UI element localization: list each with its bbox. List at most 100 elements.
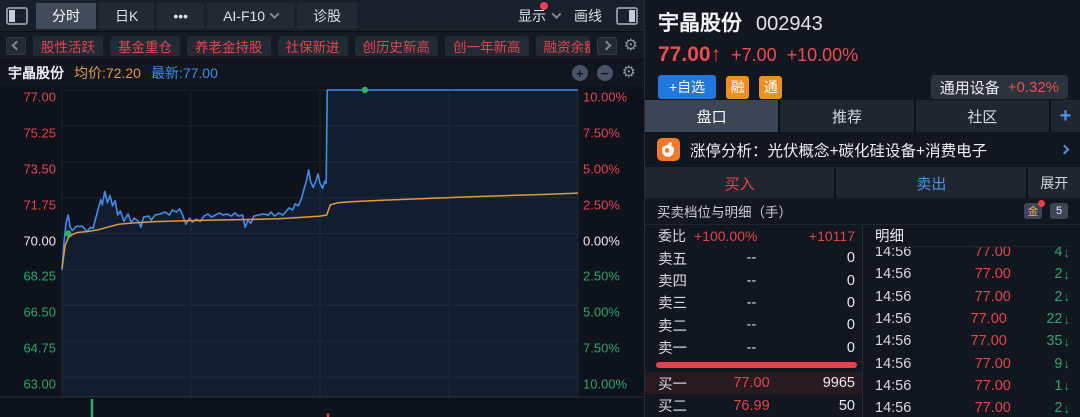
- toolbar-tab-日K[interactable]: 日K: [99, 3, 154, 29]
- tick-row: 14:5677.002↓: [875, 397, 1070, 417]
- chart-settings-gear-icon[interactable]: ⚙: [622, 65, 636, 81]
- bid-row[interactable]: 买二76.9950: [658, 394, 855, 416]
- stock-code: 002943: [756, 13, 823, 36]
- tags-settings-gear-icon[interactable]: ⚙: [624, 38, 638, 54]
- y-axis-price-label: 70.00: [2, 233, 56, 248]
- stock-trading-app: 分时日K•••AI-F10诊股 显示 画线 股性活跃基金重仓养老金持股社保新进创…: [0, 0, 1080, 417]
- bid-price: 76.99: [704, 398, 799, 414]
- tags-scroll-right-button[interactable]: [597, 37, 617, 55]
- toolbar-tab-label: 诊股: [313, 6, 341, 26]
- chart-panel: 分时日K•••AI-F10诊股 显示 画线 股性活跃基金重仓养老金持股社保新进创…: [0, 0, 645, 417]
- limit-up-analysis-icon: [657, 138, 680, 161]
- sector-link[interactable]: 通用设备 +0.32%: [931, 75, 1068, 99]
- margin-badge[interactable]: 融: [726, 76, 749, 99]
- ask-price: --: [704, 340, 799, 356]
- ask-price: --: [704, 295, 799, 311]
- chart-canvas: [0, 86, 645, 417]
- timeshare-chart[interactable]: 77.0010.00%75.257.50%73.505.00%71.752.50…: [0, 86, 644, 417]
- tick-row: 14:5677.0035↓: [875, 330, 1070, 352]
- tags-scroll-left-button[interactable]: [6, 37, 26, 55]
- stock-tag[interactable]: 创一年新高: [445, 36, 529, 56]
- buy-tab[interactable]: 买入: [645, 168, 834, 198]
- y-axis-price-label: 64.75: [2, 341, 56, 356]
- ask-volume: 0: [799, 250, 855, 266]
- trade-action-tabs: 买入 卖出 展开: [645, 168, 1080, 198]
- stock-tag[interactable]: 社保新进: [278, 36, 348, 56]
- trade-detail-column: 明细 14:5677.004↓14:5677.002↓14:5677.002↓1…: [862, 225, 1080, 417]
- panel-tab-社区[interactable]: 社区: [916, 100, 1049, 132]
- tick-time: 14:56: [875, 378, 931, 394]
- stock-tag-bar: 股性活跃基金重仓养老金持股社保新进创历史新高创一年新高融资余额 ⚙: [0, 32, 644, 60]
- stock-tag[interactable]: 融资余额: [536, 36, 590, 56]
- toolbar-tab-•••[interactable]: •••: [157, 3, 204, 29]
- collapse-right-panel-icon[interactable]: [616, 7, 638, 25]
- tick-time: 14:56: [875, 356, 931, 372]
- sell-tab[interactable]: 卖出: [836, 168, 1026, 198]
- y-axis-price-label: 71.75: [2, 197, 56, 212]
- ask-row[interactable]: 卖一--0: [658, 337, 855, 359]
- quote-header: 宇晶股份 002943 77.00↑ +7.00 +10.00% +自选 融 通…: [645, 0, 1080, 100]
- toolbar-tab-AI-F10[interactable]: AI-F10: [207, 3, 294, 29]
- limit-up-analysis-row[interactable]: 涨停分析：光伏概念+碳化硅设备+消费电子: [645, 132, 1080, 168]
- sell-direction-arrow-icon: ↓: [1064, 356, 1071, 371]
- stock-tag[interactable]: 基金重仓: [110, 36, 180, 56]
- panel-tab-推荐[interactable]: 推荐: [780, 100, 913, 132]
- stock-name: 宇晶股份: [658, 7, 742, 37]
- quote-panel: 宇晶股份 002943 77.00↑ +7.00 +10.00% +自选 融 通…: [645, 0, 1080, 417]
- y-axis-price-label: 68.25: [2, 269, 56, 284]
- collapse-left-panel-icon[interactable]: [6, 7, 28, 25]
- panel-tab-盘口[interactable]: 盘口: [645, 100, 778, 132]
- tick-price: 77.00: [931, 266, 1054, 282]
- y-axis-price-label: 75.25: [2, 125, 56, 140]
- tick-volume: 35: [1046, 333, 1062, 349]
- current-price: 77.00↑: [658, 43, 721, 67]
- bid-level-label: 买一: [658, 373, 704, 394]
- weibi-percent: +100.00%: [694, 228, 757, 244]
- y-axis-percent-label: 2.50%: [583, 269, 620, 284]
- stock-tag[interactable]: 养老金持股: [187, 36, 271, 56]
- ask-price: --: [704, 317, 799, 333]
- buy-sell-ratio-bar: [656, 359, 857, 372]
- ask-row[interactable]: 卖四--0: [658, 269, 855, 291]
- ask-volume: 0: [799, 317, 855, 333]
- chevron-right-icon: [1060, 145, 1070, 155]
- order-book-title: 买卖档位与明细（手）: [657, 201, 792, 221]
- ask-row[interactable]: 卖三--0: [658, 292, 855, 314]
- chevron-down-icon: [552, 9, 562, 19]
- zoom-in-icon[interactable]: +: [572, 65, 588, 81]
- tick-time: 14:56: [875, 266, 931, 282]
- add-tab-button[interactable]: +: [1051, 100, 1080, 132]
- ask-volume: 0: [799, 295, 855, 311]
- tick-price: 77.00: [931, 400, 1054, 416]
- tick-volume: 1: [1054, 378, 1062, 394]
- chart-header: 宇晶股份 均价:72.20 最新:77.00 + − ⚙: [0, 60, 644, 86]
- toolbar-tab-诊股[interactable]: 诊股: [297, 3, 357, 29]
- order-book: 委比 +100.00% +10117 卖五--0卖四--0卖三--0卖二--0卖…: [645, 224, 1080, 417]
- tick-row: 14:5677.0022↓: [875, 308, 1070, 330]
- toolbar-tab-label: 日K: [115, 6, 138, 26]
- stock-tag[interactable]: 创历史新高: [355, 36, 439, 56]
- zoom-out-icon[interactable]: −: [597, 65, 613, 81]
- y-axis-percent-label: 5.00%: [583, 305, 620, 320]
- display-menu[interactable]: 显示: [518, 6, 560, 26]
- toolbar-tab-分时[interactable]: 分时: [36, 3, 96, 29]
- toolbar-right-group: 显示 画线: [518, 6, 638, 26]
- tick-time: 14:56: [875, 333, 931, 349]
- tick-time: 14:56: [875, 311, 931, 327]
- y-axis-percent-label: 10.00%: [583, 90, 627, 105]
- connect-badge[interactable]: 通: [759, 76, 782, 99]
- ask-row[interactable]: 卖二--0: [658, 314, 855, 336]
- ask-row[interactable]: 卖五--0: [658, 247, 855, 269]
- bid-row[interactable]: 买一77.009965: [645, 372, 862, 394]
- level2-gold-icon[interactable]: 金: [1024, 203, 1042, 219]
- add-watchlist-button[interactable]: +自选: [658, 75, 716, 99]
- tick-volume: 9: [1054, 356, 1062, 372]
- five-level-badge[interactable]: 5: [1050, 203, 1068, 219]
- weibi-row: 委比 +100.00% +10117: [658, 225, 855, 247]
- stock-tag[interactable]: 股性活跃: [33, 36, 103, 56]
- ask-level-label: 卖二: [658, 315, 704, 336]
- expand-button[interactable]: 展开: [1028, 168, 1080, 198]
- y-axis-price-label: 73.50: [2, 161, 56, 176]
- draw-line-button[interactable]: 画线: [574, 6, 602, 26]
- ask-level-label: 卖四: [658, 270, 704, 291]
